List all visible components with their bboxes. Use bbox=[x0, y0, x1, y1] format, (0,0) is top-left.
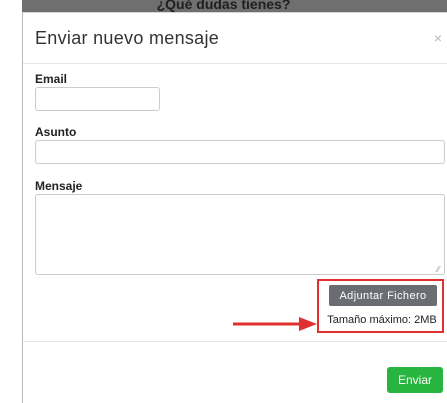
subject-field[interactable] bbox=[35, 140, 445, 164]
email-field[interactable] bbox=[35, 87, 160, 111]
close-icon[interactable]: × bbox=[434, 30, 442, 46]
max-size-note: Tamaño máximo: 2MB bbox=[327, 314, 437, 326]
backdrop-heading: ¿Qué dudas tienes? bbox=[156, 0, 291, 12]
message-field[interactable] bbox=[35, 194, 445, 275]
footer-divider bbox=[23, 341, 447, 342]
message-label: Mensaje bbox=[35, 179, 83, 193]
dialog-header: Enviar nuevo mensaje × bbox=[23, 13, 447, 64]
subject-label: Asunto bbox=[35, 125, 77, 139]
attach-file-button[interactable]: Adjuntar Fichero bbox=[329, 285, 437, 306]
email-label: Email bbox=[35, 72, 68, 86]
resize-handle-icon[interactable]: ⁄⁄ bbox=[437, 266, 444, 274]
dialog-title: Enviar nuevo mensaje bbox=[35, 28, 220, 48]
arrow-right-icon bbox=[233, 317, 317, 331]
send-button[interactable]: Enviar bbox=[387, 367, 443, 393]
send-message-dialog: Enviar nuevo mensaje × Email Asunto Mens… bbox=[22, 12, 447, 403]
